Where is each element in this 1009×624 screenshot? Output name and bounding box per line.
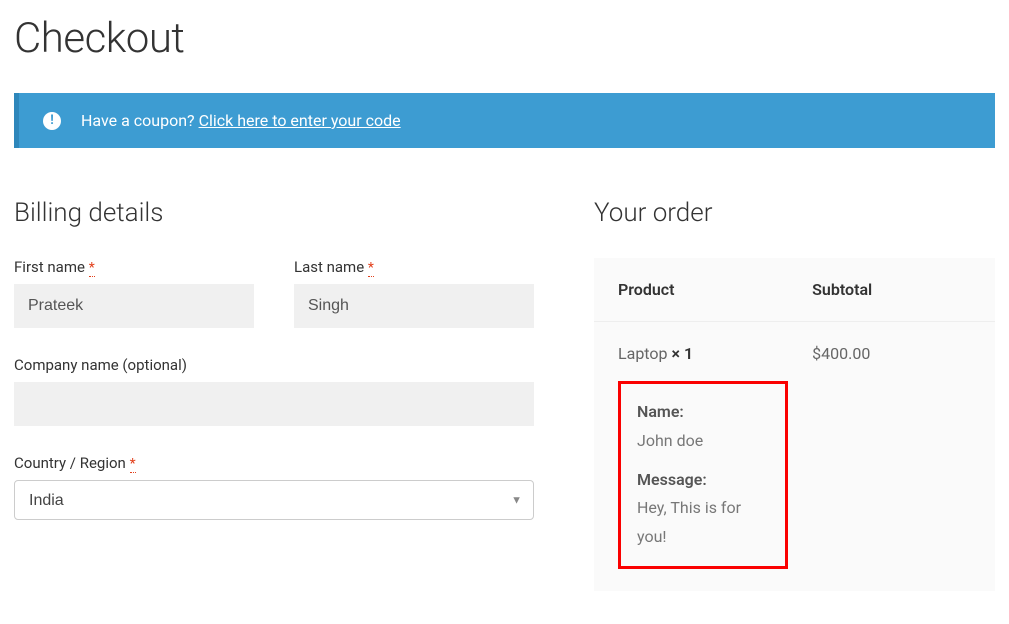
first-name-field-wrapper: First name *: [14, 258, 254, 328]
order-table-header: Product Subtotal: [594, 258, 995, 322]
first-name-label: First name *: [14, 258, 254, 276]
col-product-header: Product: [618, 280, 812, 299]
company-field-wrapper: Company name (optional): [14, 356, 534, 426]
last-name-label: Last name *: [294, 258, 534, 276]
order-heading: Your order: [594, 198, 995, 228]
last-name-field-wrapper: Last name *: [294, 258, 534, 328]
order-table: Product Subtotal Laptop × 1 Name: John d…: [594, 258, 995, 591]
billing-heading: Billing details: [14, 198, 534, 228]
required-icon: *: [368, 260, 374, 277]
gift-details-box: Name: John doe Message: Hey, This is for…: [618, 381, 788, 569]
col-subtotal-header: Subtotal: [812, 280, 971, 299]
billing-section: Billing details First name * Last name *…: [14, 198, 534, 591]
order-item-qty: × 1: [671, 344, 693, 363]
order-item-product: Laptop × 1 Name: John doe Message: Hey, …: [618, 344, 812, 569]
required-icon: *: [89, 260, 95, 277]
last-name-field[interactable]: [294, 284, 534, 328]
country-label: Country / Region *: [14, 454, 534, 472]
order-item-subtotal: $400.00: [812, 344, 971, 363]
country-label-text: Country / Region: [14, 454, 126, 472]
gift-name-label: Name:: [637, 398, 769, 427]
required-icon: *: [130, 456, 136, 473]
gift-message-value: Hey, This is for you!: [637, 494, 769, 552]
info-icon: !: [43, 112, 61, 130]
order-table-row: Laptop × 1 Name: John doe Message: Hey, …: [594, 322, 995, 591]
coupon-text: Have a coupon? Click here to enter your …: [81, 111, 401, 130]
order-item-name: Laptop: [618, 344, 671, 363]
last-name-label-text: Last name: [294, 258, 364, 276]
country-field-wrapper: Country / Region * India ▼: [14, 454, 534, 520]
gift-message-label: Message:: [637, 466, 769, 495]
first-name-label-text: First name: [14, 258, 85, 276]
order-section: Your order Product Subtotal Laptop × 1 N…: [594, 198, 995, 591]
coupon-prompt: Have a coupon?: [81, 111, 199, 130]
company-field[interactable]: [14, 382, 534, 426]
country-select[interactable]: India: [14, 480, 534, 520]
gift-name-value: John doe: [637, 427, 769, 456]
coupon-link[interactable]: Click here to enter your code: [199, 111, 401, 130]
first-name-field[interactable]: [14, 284, 254, 328]
company-label: Company name (optional): [14, 356, 534, 374]
coupon-notice: ! Have a coupon? Click here to enter you…: [14, 93, 995, 148]
page-title: Checkout: [14, 14, 995, 63]
